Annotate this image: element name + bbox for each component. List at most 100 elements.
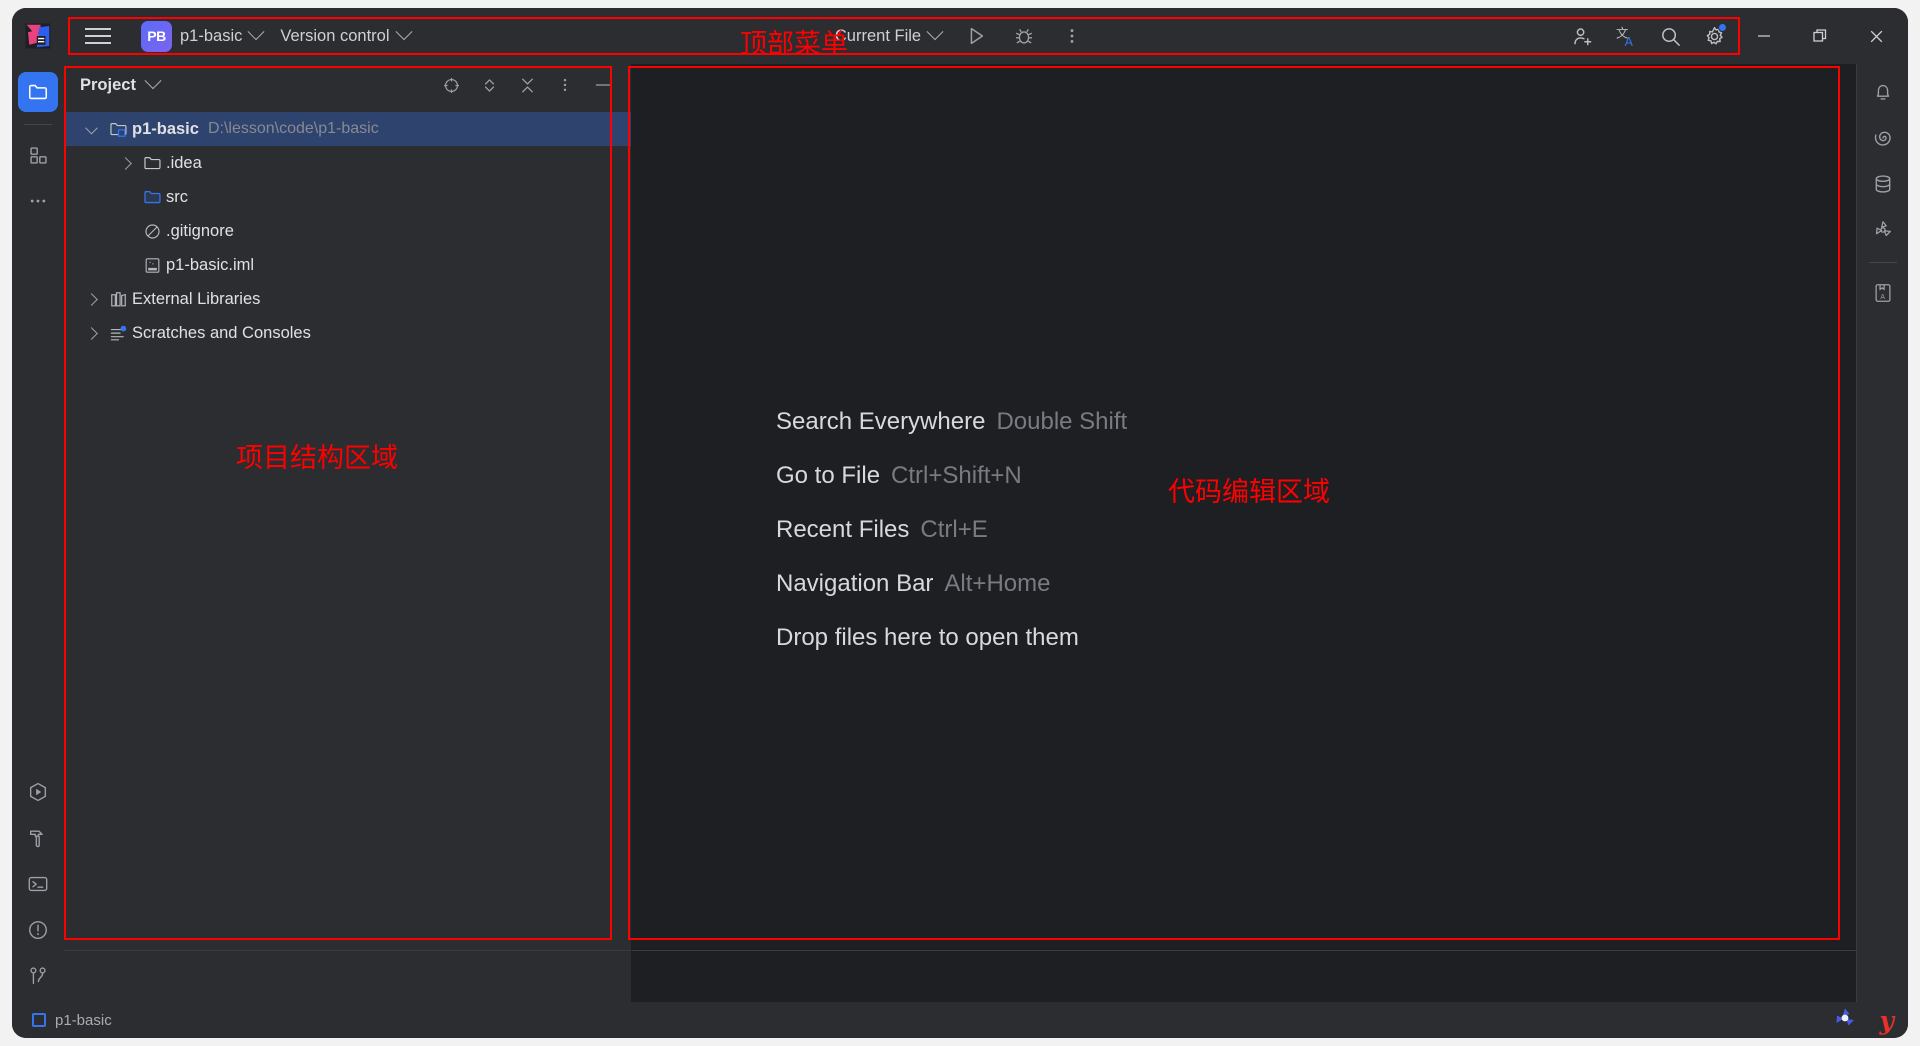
sidebar-item-dictionary[interactable]: A bbox=[1863, 273, 1903, 313]
intellij-idea-logo bbox=[12, 8, 64, 64]
sidebar-item-problems[interactable] bbox=[18, 910, 58, 950]
tree-node-idea[interactable]: .idea bbox=[64, 146, 631, 180]
iml-file-icon bbox=[138, 256, 166, 275]
tree-label: .idea bbox=[166, 153, 202, 172]
library-icon bbox=[104, 290, 132, 309]
project-tree: p1-basic D:\lesson\code\p1-basic .idea s… bbox=[64, 106, 631, 950]
chevron-right-icon[interactable] bbox=[112, 156, 138, 170]
project-tool-window: Project p1-basic D:\lesson\code\p1-basic… bbox=[64, 64, 632, 1002]
sidebar-item-project[interactable] bbox=[18, 72, 58, 112]
tree-label: p1-basic.iml bbox=[166, 255, 255, 274]
top-menu-annotation-label: 顶部菜单 bbox=[740, 29, 848, 60]
hint-shortcut: Ctrl+E bbox=[920, 516, 988, 543]
stripe-divider bbox=[1868, 262, 1897, 263]
chevron-down-icon bbox=[247, 23, 265, 41]
sidebar-item-database[interactable] bbox=[1863, 164, 1903, 204]
updown-chevron-icon[interactable] bbox=[471, 69, 507, 101]
chevron-down-icon[interactable] bbox=[78, 121, 104, 134]
code-editor-annotation-label: 代码编辑区域 bbox=[1168, 477, 1330, 508]
ide-body: Project p1-basic D:\lesson\code\p1-basic… bbox=[12, 64, 1908, 1002]
project-square-icon bbox=[32, 1013, 46, 1027]
more-actions-button[interactable] bbox=[1050, 16, 1094, 56]
svg-text:A: A bbox=[1880, 294, 1885, 301]
sidebar-item-ai-assistant[interactable] bbox=[1863, 118, 1903, 158]
sidebar-item-notifications[interactable] bbox=[1863, 72, 1903, 112]
add-user-icon[interactable] bbox=[1560, 16, 1604, 56]
crosshair-icon[interactable] bbox=[433, 69, 469, 101]
editor-area[interactable]: Search Everywhere Double Shift Go to File… bbox=[632, 64, 1856, 1002]
titlebar-right-group: 文 A bbox=[1560, 8, 1908, 64]
hint-search-everywhere: Search Everywhere Double Shift bbox=[776, 408, 1127, 436]
search-icon[interactable] bbox=[1648, 16, 1692, 56]
settings-notification-badge bbox=[1718, 23, 1727, 32]
scratches-icon bbox=[104, 324, 132, 343]
title-bar: PB p1-basic Version control Current File bbox=[12, 8, 1908, 64]
tree-node-iml[interactable]: p1-basic.iml bbox=[64, 248, 631, 282]
collapse-all-icon[interactable] bbox=[509, 69, 545, 101]
titlebar-left-group: PB p1-basic Version control bbox=[64, 8, 419, 64]
hint-shortcut: Alt+Home bbox=[944, 570, 1051, 597]
hint-shortcut: Ctrl+Shift+N bbox=[891, 462, 1022, 489]
hint-action: Recent Files bbox=[776, 516, 910, 543]
tree-node-external-libraries[interactable]: External Libraries bbox=[64, 282, 631, 316]
minimize-button[interactable] bbox=[1736, 8, 1792, 64]
settings-gear-icon[interactable] bbox=[1692, 16, 1736, 56]
chevron-down-icon[interactable] bbox=[144, 72, 162, 90]
hide-panel-icon[interactable] bbox=[585, 69, 621, 101]
project-folder-icon bbox=[104, 120, 132, 139]
hint-navigation-bar: Navigation Bar Alt+Home bbox=[776, 570, 1127, 598]
sidebar-item-terminal[interactable] bbox=[18, 864, 58, 904]
hint-drop-files: Drop files here to open them bbox=[776, 624, 1127, 652]
hint-action: Search Everywhere bbox=[776, 408, 986, 435]
chevron-right-icon[interactable] bbox=[78, 292, 104, 306]
maven-status-icon[interactable] bbox=[1833, 1006, 1857, 1034]
panel-title: Project bbox=[80, 75, 136, 94]
chevron-down-icon bbox=[926, 23, 944, 41]
translate-icon[interactable]: 文 A bbox=[1604, 16, 1648, 56]
hint-action: Navigation Bar bbox=[776, 570, 934, 597]
tree-label: Scratches and Consoles bbox=[132, 323, 311, 342]
editor-empty-hints: Search Everywhere Double Shift Go to File… bbox=[776, 408, 1127, 652]
youdao-dict-icon[interactable]: y bbox=[1879, 1008, 1894, 1033]
project-selector[interactable]: PB p1-basic bbox=[132, 19, 271, 53]
tree-node-p1-basic[interactable]: p1-basic D:\lesson\code\p1-basic bbox=[64, 112, 631, 146]
status-project-label[interactable]: p1-basic bbox=[55, 1012, 112, 1029]
status-bar: p1-basic y bbox=[12, 1002, 1908, 1038]
tree-sublabel: D:\lesson\code\p1-basic bbox=[207, 120, 379, 137]
sidebar-item-more[interactable] bbox=[18, 181, 58, 221]
hamburger-menu-icon[interactable] bbox=[78, 16, 118, 56]
hint-shortcut: Double Shift bbox=[996, 408, 1128, 435]
tree-label: .gitignore bbox=[166, 221, 234, 240]
version-control-selector[interactable]: Version control bbox=[271, 19, 418, 53]
close-button[interactable] bbox=[1848, 8, 1904, 64]
sidebar-item-maven[interactable] bbox=[1863, 210, 1903, 250]
tree-node-src[interactable]: src bbox=[64, 180, 631, 214]
tree-label: p1-basic bbox=[132, 119, 199, 138]
run-button[interactable] bbox=[954, 16, 998, 56]
maximize-button[interactable] bbox=[1792, 8, 1848, 64]
hint-action: Drop files here to open them bbox=[776, 624, 1079, 651]
hint-action: Go to File bbox=[776, 462, 881, 489]
gitignore-icon bbox=[138, 222, 166, 241]
project-name-label: p1-basic bbox=[180, 26, 243, 45]
svg-text:A: A bbox=[1624, 35, 1633, 48]
right-tool-stripe: A bbox=[1856, 64, 1908, 1002]
left-tool-stripe bbox=[12, 64, 64, 1002]
project-badge: PB bbox=[141, 20, 172, 52]
sidebar-item-build[interactable] bbox=[18, 818, 58, 858]
sidebar-item-run[interactable] bbox=[18, 772, 58, 812]
more-vertical-icon[interactable] bbox=[547, 69, 583, 101]
tree-node-gitignore[interactable]: .gitignore bbox=[64, 214, 631, 248]
chevron-right-icon[interactable] bbox=[78, 326, 104, 340]
stripe-divider bbox=[24, 124, 52, 125]
folder-icon bbox=[138, 154, 166, 173]
sidebar-item-version-control[interactable] bbox=[18, 956, 58, 996]
tree-label: External Libraries bbox=[132, 289, 261, 308]
source-folder-icon bbox=[138, 188, 166, 207]
sidebar-item-structure[interactable] bbox=[18, 135, 58, 175]
project-structure-annotation-label: 项目结构区域 bbox=[236, 443, 398, 474]
status-bar-right: y bbox=[1833, 1006, 1894, 1034]
version-control-label: Version control bbox=[280, 26, 390, 45]
tree-node-scratches[interactable]: Scratches and Consoles bbox=[64, 316, 631, 350]
debug-button[interactable] bbox=[1002, 16, 1046, 56]
